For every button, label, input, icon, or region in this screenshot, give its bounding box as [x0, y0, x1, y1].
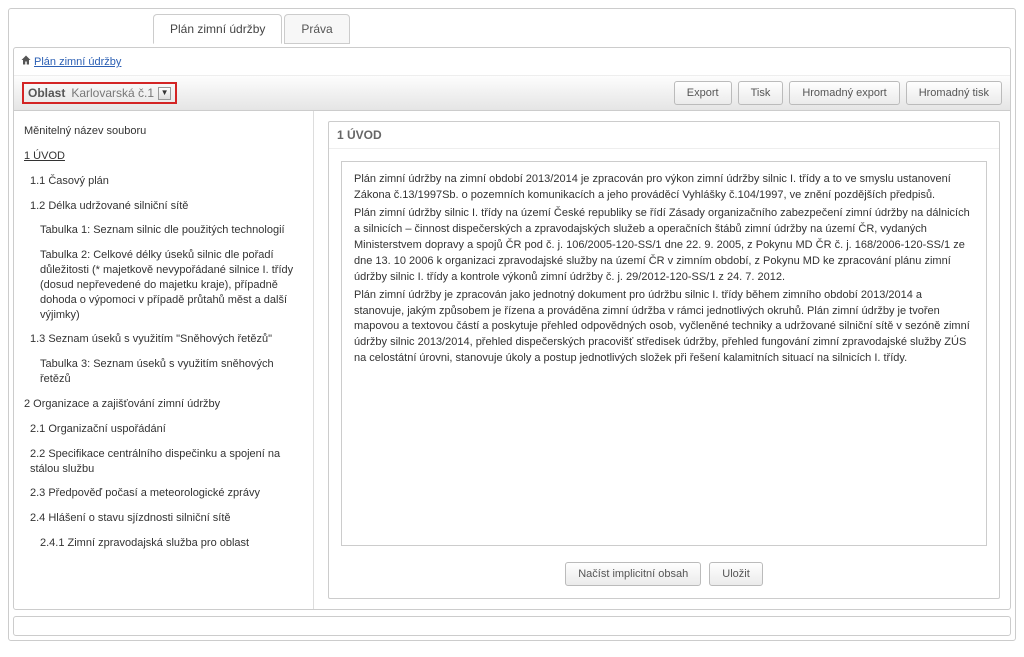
home-icon [20, 54, 32, 69]
section-title: 1 ÚVOD [329, 122, 999, 149]
sidebar-item[interactable]: Měnitelný název souboru [22, 119, 307, 144]
sidebar-item[interactable]: 2.2 Specifikace centrálního dispečinku a… [22, 442, 307, 482]
toolbar: Oblast Karlovarská č.1 ▼ Export Tisk Hro… [14, 76, 1010, 111]
sidebar-item[interactable]: 1.3 Seznam úseků s využitím "Sněhových ř… [22, 327, 307, 352]
chevron-down-icon: ▼ [158, 87, 171, 100]
content-text: Plán zimní údržby na zimní období 2013/2… [354, 172, 974, 367]
sidebar-item[interactable]: 2 Organizace a zajišťování zimní údržby [22, 392, 307, 417]
tab-prava[interactable]: Práva [284, 14, 349, 44]
tab-plan-zimni-udrzby[interactable]: Plán zimní údržby [153, 14, 282, 44]
sidebar-item[interactable]: 2.4.1 Zimní zpravodajská služba pro obla… [22, 531, 307, 556]
hromadny-export-button[interactable]: Hromadný export [789, 81, 899, 105]
content-editor[interactable]: Plán zimní údržby na zimní období 2013/2… [341, 161, 987, 546]
body-row: Měnitelný název souboru 1 ÚVOD 1.1 Časov… [14, 111, 1010, 609]
export-button[interactable]: Export [674, 81, 732, 105]
oblast-dropdown[interactable]: Karlovarská č.1 ▼ [69, 86, 173, 100]
bottom-buttons: Načíst implicitní obsah Uložit [329, 554, 999, 598]
paragraph: Plán zimní údržby na zimní období 2013/2… [354, 172, 974, 204]
main-box: 1 ÚVOD Plán zimní údržby na zimní období… [328, 121, 1000, 599]
save-button[interactable]: Uložit [709, 562, 763, 586]
sidebar-item[interactable]: 2.4 Hlášení o stavu sjízdnosti silniční … [22, 506, 307, 531]
oblast-value: Karlovarská č.1 [71, 86, 154, 100]
sidebar-item[interactable]: 1.2 Délka udržované silniční sítě [22, 194, 307, 219]
sidebar-item[interactable]: Tabulka 1: Seznam silnic dle použitých t… [22, 218, 307, 243]
paragraph: Plán zimní údržby je zpracován jako jedn… [354, 288, 974, 368]
sidebar-item[interactable]: Tabulka 2: Celkové délky úseků silnic dl… [22, 243, 307, 327]
sidebar-item[interactable]: 1 ÚVOD [22, 144, 307, 169]
toolbar-buttons: Export Tisk Hromadný export Hromadný tis… [674, 81, 1002, 105]
tisk-button[interactable]: Tisk [738, 81, 784, 105]
sidebar-item[interactable]: Tabulka 3: Seznam úseků s využitím sněho… [22, 352, 307, 392]
breadcrumb: Plán zimní údržby [14, 48, 1010, 76]
sidebar-item[interactable]: 1.1 Časový plán [22, 169, 307, 194]
oblast-label: Oblast [28, 86, 65, 100]
load-default-button[interactable]: Načíst implicitní obsah [565, 562, 701, 586]
hromadny-tisk-button[interactable]: Hromadný tisk [906, 81, 1002, 105]
sidebar-item[interactable]: 2.3 Předpověď počasí a meteorologické zp… [22, 481, 307, 506]
content-panel: Plán zimní údržby Oblast Karlovarská č.1… [13, 47, 1011, 610]
footer-panel [13, 616, 1011, 636]
sidebar-item[interactable]: 2.1 Organizační uspořádání [22, 417, 307, 442]
main-area: 1 ÚVOD Plán zimní údržby na zimní období… [314, 111, 1010, 609]
oblast-selector-highlight: Oblast Karlovarská č.1 ▼ [22, 82, 177, 104]
sidebar[interactable]: Měnitelný název souboru 1 ÚVOD 1.1 Časov… [14, 111, 314, 609]
breadcrumb-link[interactable]: Plán zimní údržby [34, 56, 121, 68]
outer-panel: Plán zimní údržby Práva Plán zimní údržb… [8, 8, 1016, 641]
paragraph: Plán zimní údržby silnic I. třídy na úze… [354, 206, 974, 286]
tabs-row: Plán zimní údržby Práva [13, 13, 1011, 43]
